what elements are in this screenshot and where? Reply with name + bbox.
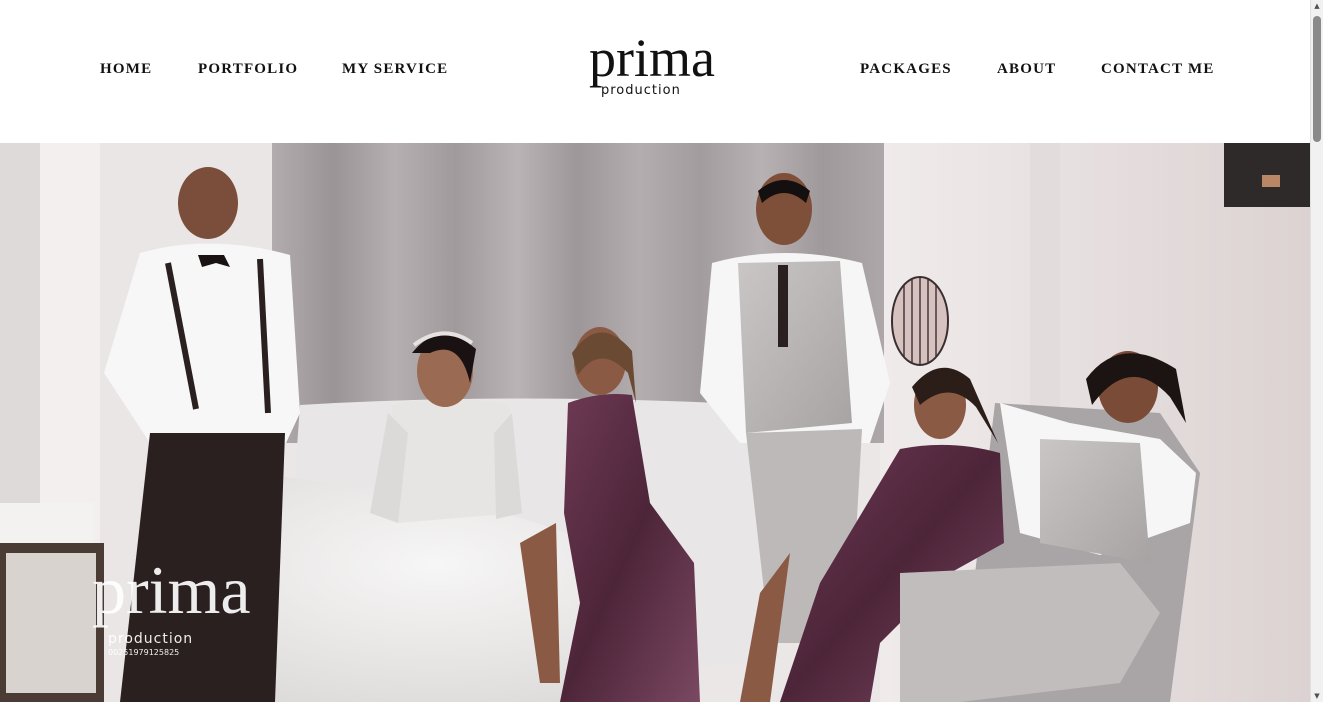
scroll-up-arrow-icon[interactable]: ▲ <box>1311 0 1323 12</box>
wedding-group-photo: prima production 00251979125825 <box>0 143 1310 702</box>
prima-logo-mark: prima production <box>589 28 715 98</box>
nav-link-portfolio[interactable]: PORTFOLIO <box>198 61 298 78</box>
logo-sub: production <box>601 83 681 98</box>
scroll-down-arrow-icon[interactable]: ▼ <box>1311 690 1323 702</box>
side-table <box>0 503 94 543</box>
watermark-sub: production <box>108 631 193 647</box>
logo-word: prima <box>589 28 715 88</box>
nav-link-packages[interactable]: PACKAGES <box>860 61 952 78</box>
page: HOME PORTFOLIO MY SERVICE prima producti… <box>0 0 1323 702</box>
site-logo[interactable]: prima production <box>585 28 725 104</box>
nav-link-about[interactable]: ABOUT <box>997 61 1056 78</box>
nav-link-contact-me[interactable]: CONTACT ME <box>1101 61 1215 78</box>
watermark-phone: 00251979125825 <box>108 648 179 657</box>
hero-image: prima production 00251979125825 <box>0 143 1310 702</box>
vertical-scrollbar[interactable]: ▲ ▼ <box>1310 0 1323 702</box>
scroll-thumb[interactable] <box>1313 16 1321 142</box>
site-header: HOME PORTFOLIO MY SERVICE prima producti… <box>0 0 1310 143</box>
watermark-word: prima <box>92 552 251 628</box>
nav-link-my-service[interactable]: MY SERVICE <box>342 61 448 78</box>
nav-link-home[interactable]: HOME <box>100 61 152 78</box>
